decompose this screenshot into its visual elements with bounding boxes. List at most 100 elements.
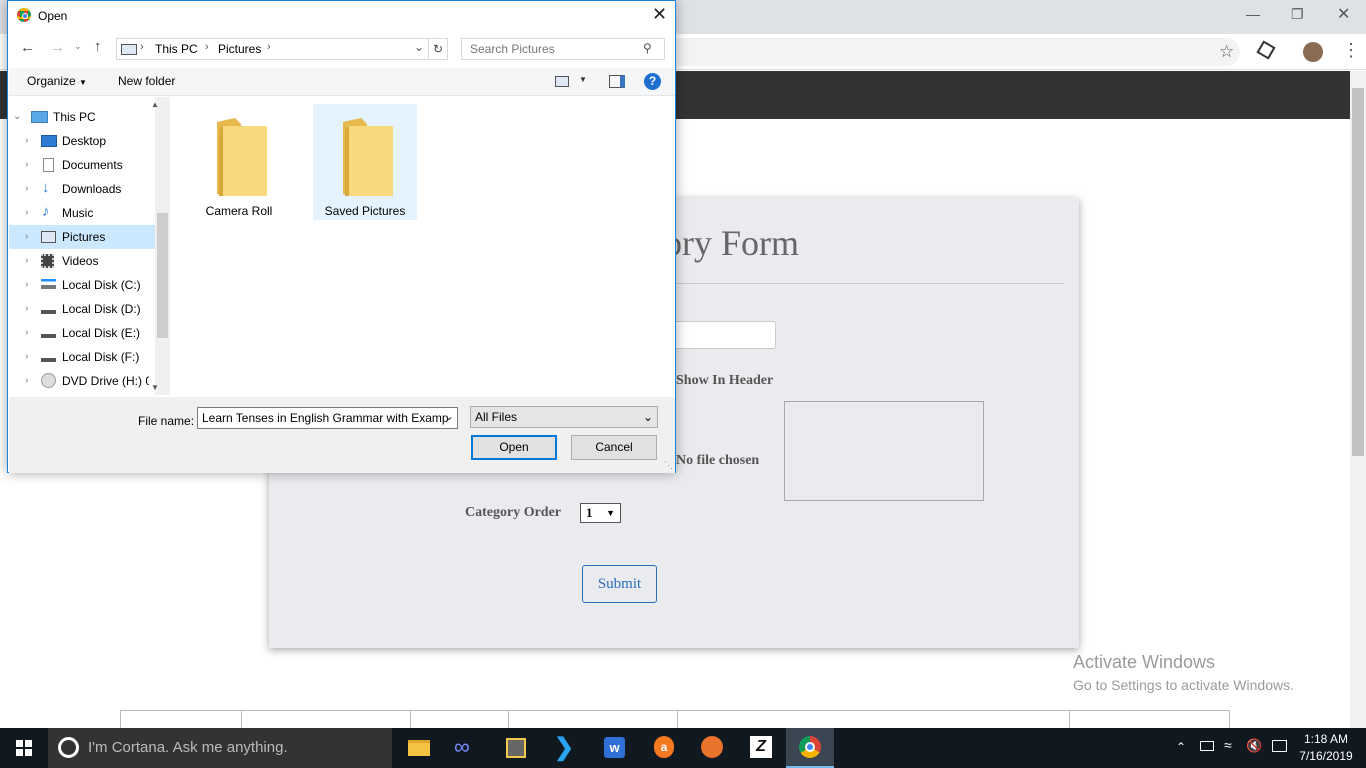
sidebar-item-label: Local Disk (F:) <box>62 350 140 364</box>
taskbar-vscode[interactable]: ❯ <box>541 728 589 768</box>
folder-icon <box>217 118 267 196</box>
chevron-right-icon[interactable]: › <box>25 249 28 273</box>
sidebar-item-dvd-drive[interactable]: › DVD Drive (H:) 0 <box>9 369 149 393</box>
wifi-icon[interactable]: ≈ <box>1224 737 1232 753</box>
chevron-right-icon[interactable]: › <box>25 129 28 153</box>
chevron-right-icon[interactable]: › <box>25 297 28 321</box>
submit-button[interactable]: Submit <box>582 565 657 603</box>
activate-windows-subtitle: Go to Settings to activate Windows. <box>1073 677 1294 693</box>
volume-muted-icon[interactable]: 🔇 <box>1246 738 1262 754</box>
preview-pane-icon[interactable] <box>609 75 625 88</box>
close-icon[interactable]: ✕ <box>652 4 667 25</box>
sidebar-item-label: Documents <box>62 158 123 172</box>
taskbar-wps[interactable]: w <box>590 728 638 768</box>
sidebar-item-local-disk-f[interactable]: › Local Disk (F:) <box>9 345 149 369</box>
page-scrollbar-thumb[interactable] <box>1352 88 1364 456</box>
forward-arrow-icon[interactable]: → <box>50 39 65 56</box>
navigation-scrollbar-thumb[interactable] <box>157 213 168 338</box>
chevron-down-icon: ⌄ <box>643 410 654 424</box>
sidebar-item-documents[interactable]: › Documents <box>9 153 149 177</box>
refresh-icon[interactable]: ↻ <box>428 38 448 60</box>
taskbar-fl-studio[interactable] <box>688 728 736 768</box>
taskbar-clock[interactable]: 1:18 AM 7/16/2019 <box>1296 731 1356 765</box>
close-window-icon[interactable]: ✕ <box>1337 4 1350 24</box>
taskbar-app-infinity[interactable]: ∞ <box>442 728 490 768</box>
file-name-label: File name: <box>138 414 195 428</box>
menu-kebab-icon[interactable]: ⋮ <box>1342 40 1360 61</box>
taskbar-app-z[interactable]: Z <box>737 728 785 768</box>
sidebar-item-label: Local Disk (E:) <box>62 326 141 340</box>
wps-icon: w <box>604 737 625 758</box>
file-name-dropdown-icon[interactable]: ⌄ <box>444 409 454 423</box>
chevron-right-icon[interactable]: › <box>25 201 28 225</box>
taskbar-file-explorer[interactable] <box>394 728 442 768</box>
chevron-right-icon[interactable]: › <box>25 273 28 297</box>
chevron-down-icon[interactable]: ⌄ <box>414 40 424 54</box>
avast-icon: a <box>654 736 674 758</box>
category-name-input[interactable] <box>660 321 776 349</box>
breadcrumb-separator-icon: › <box>205 41 209 53</box>
data-table-header <box>120 710 1230 729</box>
notifications-icon[interactable] <box>1272 740 1287 752</box>
battery-icon[interactable] <box>1200 741 1214 751</box>
sidebar-item-pictures[interactable]: › Pictures <box>9 225 155 249</box>
search-input[interactable]: Search Pictures <box>461 38 665 60</box>
sidebar-item-desktop[interactable]: › Desktop <box>9 129 149 153</box>
chevron-down-icon[interactable]: ⌄ <box>13 105 21 129</box>
chevron-right-icon[interactable]: › <box>25 225 28 249</box>
taskbar-app-tools[interactable] <box>492 728 540 768</box>
chevron-right-icon[interactable]: › <box>25 369 28 393</box>
cortana-search-box[interactable]: I'm Cortana. Ask me anything. <box>48 728 392 768</box>
z-app-icon: Z <box>750 736 772 758</box>
new-folder-button[interactable]: New folder <box>118 74 175 88</box>
sidebar-item-downloads[interactable]: › ↓ Downloads <box>9 177 149 201</box>
taskbar-chrome[interactable] <box>786 728 834 768</box>
file-explorer-icon <box>408 740 430 756</box>
help-icon[interactable]: ? <box>644 73 661 90</box>
view-dropdown-icon[interactable]: ▼ <box>579 75 587 84</box>
breadcrumb[interactable]: › This PC › Pictures › ⌄ <box>116 38 434 60</box>
chevron-right-icon[interactable]: › <box>25 153 28 177</box>
taskbar-avast[interactable]: a <box>639 728 687 768</box>
avatar[interactable] <box>1303 42 1323 62</box>
change-view-icon[interactable] <box>555 76 569 87</box>
show-hidden-icons[interactable]: ⌃ <box>1176 740 1186 754</box>
drive-icon <box>41 328 56 338</box>
cortana-circle-icon <box>58 737 79 758</box>
scroll-up-icon[interactable]: ▲ <box>151 100 159 109</box>
scroll-down-icon[interactable]: ▼ <box>151 383 159 392</box>
sidebar-item-music[interactable]: › ♪ Music <box>9 201 149 225</box>
sidebar-item-local-disk-e[interactable]: › Local Disk (E:) <box>9 321 149 345</box>
folder-camera-roll[interactable]: Camera Roll <box>187 104 291 220</box>
organize-button[interactable]: Organize ▼ <box>27 74 87 88</box>
category-order-value: 1 <box>586 505 593 520</box>
resize-grip-icon[interactable]: ⋱ <box>664 460 673 471</box>
cancel-button[interactable]: Cancel <box>571 435 657 460</box>
sidebar-item-local-disk-c[interactable]: › Local Disk (C:) <box>9 273 149 297</box>
open-file-dialog: Open ✕ ← → ⌄ ↑ › This PC › Pictures › ⌄ … <box>7 0 676 473</box>
sidebar-item-label: Music <box>62 206 94 220</box>
file-type-select[interactable]: All Files ⌄ <box>470 406 658 428</box>
open-button[interactable]: Open <box>471 435 557 460</box>
chevron-right-icon[interactable]: › <box>25 321 28 345</box>
sidebar-item-this-pc[interactable]: ⌄ This PC <box>9 105 149 129</box>
address-bar[interactable] <box>600 38 1240 66</box>
vscode-icon: ❯ <box>554 734 575 761</box>
up-arrow-icon[interactable]: ↑ <box>94 38 102 55</box>
breadcrumb-pictures[interactable]: Pictures <box>218 42 261 56</box>
sidebar-item-local-disk-d[interactable]: › Local Disk (D:) <box>9 297 149 321</box>
sidebar-item-videos[interactable]: › Videos <box>9 249 149 273</box>
restore-icon[interactable]: ❐ <box>1291 6 1304 23</box>
bookmark-star-icon[interactable]: ☆ <box>1219 42 1234 62</box>
chevron-right-icon[interactable]: › <box>25 345 28 369</box>
windows-start-icon[interactable] <box>16 740 32 756</box>
recent-dropdown-icon[interactable]: ⌄ <box>74 41 82 52</box>
folder-saved-pictures[interactable]: Saved Pictures <box>313 104 417 220</box>
fl-studio-icon <box>701 736 723 758</box>
chevron-right-icon[interactable]: › <box>25 177 28 201</box>
category-order-select[interactable]: 1 ▼ <box>580 503 621 523</box>
file-name-input[interactable]: Learn Tenses in English Grammar with Exa… <box>197 407 458 429</box>
back-arrow-icon[interactable]: ← <box>20 39 35 56</box>
minimize-icon[interactable]: — <box>1246 6 1260 22</box>
breadcrumb-this-pc[interactable]: This PC <box>155 42 198 56</box>
